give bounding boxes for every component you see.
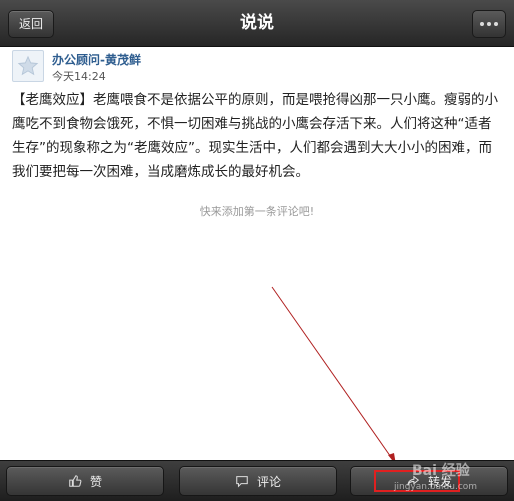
top-bar: 返回 说说 [0, 0, 514, 47]
comment-label: 评论 [256, 474, 281, 489]
empty-comment-hint: 快来添加第一条评论吧! [199, 205, 315, 218]
post-header: 办公顾问-黄茂鲜 今天14:24 [12, 50, 502, 84]
comment-icon [235, 474, 249, 488]
thumbs-up-icon [68, 474, 82, 488]
comment-button[interactable]: 评论 [179, 466, 337, 496]
post-content: 【老鹰效应】老鹰喂食不是依据公平的原则，而是喂抢得凶那一只小鹰。瘦弱的小鹰吃不到… [12, 92, 498, 180]
like-button[interactable]: 赞 [6, 466, 164, 496]
like-label: 赞 [89, 474, 102, 489]
watermark-text: Bai 经验 [412, 463, 470, 479]
page-title: 说说 [240, 13, 274, 33]
baidu-jingyan-watermark: Bai 经验 jingyan.baidu.com [392, 458, 510, 498]
post-time: 今天14:24 [52, 70, 106, 83]
author-name[interactable]: 办公顾问-黄茂鲜 [52, 51, 141, 68]
avatar[interactable] [12, 50, 44, 82]
watermark-url: jingyan.baidu.com [394, 482, 478, 492]
more-dots-icon [480, 22, 484, 26]
star-placeholder-icon [17, 55, 39, 76]
more-button[interactable] [472, 10, 506, 38]
